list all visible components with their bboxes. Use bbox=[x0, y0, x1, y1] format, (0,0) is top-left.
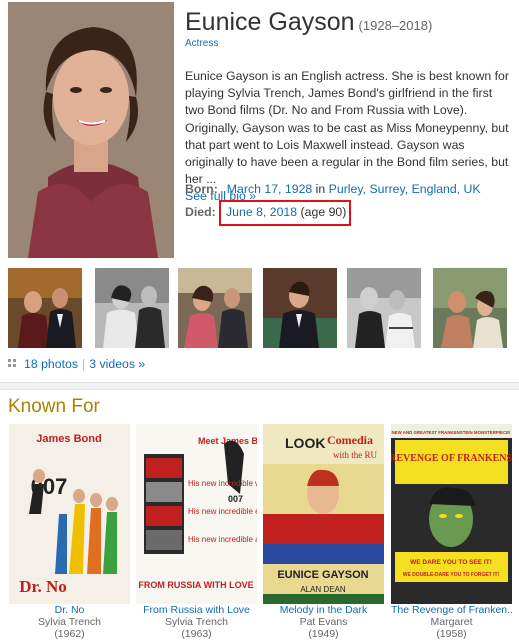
born-date-link[interactable]: March 17, 1928 bbox=[227, 182, 312, 196]
known-for-item[interactable]: LOOK Comedia with the RU EUNICE GAYSON A… bbox=[263, 424, 384, 640]
known-for-heading: Known For bbox=[8, 396, 100, 417]
movie-role: Pat Evans bbox=[299, 616, 348, 628]
photo-thumbnail[interactable] bbox=[263, 268, 337, 348]
movie-title-link[interactable]: Dr. No bbox=[9, 604, 130, 616]
poster-text: LOOK bbox=[285, 435, 325, 451]
born-in-text: in bbox=[315, 182, 326, 196]
poster-text: His new incredible adventures... bbox=[188, 535, 257, 544]
movie-title-link[interactable]: Melody in the Dark bbox=[263, 604, 384, 616]
poster-text: Comedia bbox=[327, 433, 373, 447]
movie-poster[interactable]: NEW AND GREATEST FRANKENSTEIN MONSTERPIE… bbox=[391, 424, 512, 604]
poster-text: His new incredible enemies... bbox=[188, 507, 257, 516]
media-links: 18 photos | 3 videos » bbox=[8, 356, 145, 371]
photo-thumbnail[interactable] bbox=[95, 268, 169, 348]
videos-link[interactable]: 3 videos » bbox=[89, 357, 145, 371]
poster-text: James Bond bbox=[36, 433, 101, 445]
photo-thumbnail[interactable] bbox=[178, 268, 252, 348]
photo-strip bbox=[8, 268, 518, 350]
poster-text: His new incredible women... bbox=[188, 479, 257, 488]
life-years: (1928–2018) bbox=[358, 18, 433, 33]
movie-role: Sylvia Trench bbox=[37, 616, 102, 628]
died-label: Died: bbox=[185, 205, 216, 219]
poster-text: THE REVENGE OF FRANKENSTEIN bbox=[391, 453, 512, 464]
poster-text: WE DARE YOU TO SEE IT! bbox=[410, 559, 492, 566]
poster-text: Dr. No bbox=[19, 577, 67, 596]
job-link-actress[interactable]: Actress bbox=[185, 38, 218, 49]
known-for-item[interactable]: Meet James Bond, 007 His new incredible … bbox=[136, 424, 257, 640]
photo-thumbnail[interactable] bbox=[8, 268, 82, 348]
born-info: Born: March 17, 1928 in Purley, Surrey, E… bbox=[185, 182, 481, 196]
poster-text: ALAN DEAN bbox=[300, 585, 346, 594]
movie-role: Margaret bbox=[430, 616, 473, 628]
poster-text: EUNICE GAYSON bbox=[277, 569, 368, 581]
movie-year: (1962) bbox=[54, 628, 85, 640]
known-for-item[interactable]: James Bond 007 Dr. No Dr. No Sylvia Tren… bbox=[9, 424, 130, 640]
media-separator: | bbox=[82, 357, 86, 371]
movie-title-link[interactable]: From Russia with Love bbox=[136, 604, 257, 616]
poster-text: NEW AND GREATEST FRANKENSTEIN MONSTERPIE… bbox=[391, 430, 511, 435]
photo-thumbnail[interactable] bbox=[433, 268, 507, 348]
photos-link[interactable]: 18 photos bbox=[24, 357, 78, 371]
movie-poster[interactable]: LOOK Comedia with the RU EUNICE GAYSON A… bbox=[263, 424, 384, 604]
poster-text: 007 bbox=[228, 494, 243, 504]
section-divider bbox=[0, 382, 519, 390]
movie-role: Sylvia Trench bbox=[164, 616, 229, 628]
name-heading: Eunice Gayson (1928–2018) bbox=[185, 8, 432, 37]
movie-year: (1958) bbox=[436, 628, 467, 640]
died-age: (age 90) bbox=[300, 205, 347, 219]
profile-photo[interactable] bbox=[8, 2, 174, 258]
died-value: June 8, 2018 (age 90) bbox=[226, 205, 346, 219]
born-place-link[interactable]: Purley, Surrey, England, UK bbox=[329, 182, 481, 196]
movie-title-link[interactable]: The Revenge of Franken... bbox=[391, 604, 512, 616]
poster-text: with the RU bbox=[333, 450, 377, 460]
movie-poster[interactable]: Meet James Bond, 007 His new incredible … bbox=[136, 424, 257, 604]
grid-icon bbox=[8, 356, 16, 367]
person-name: Eunice Gayson bbox=[185, 8, 355, 36]
movie-poster[interactable]: James Bond 007 Dr. No bbox=[9, 424, 130, 604]
movie-year: (1963) bbox=[181, 628, 212, 640]
died-date-link[interactable]: June 8, 2018 bbox=[226, 205, 297, 219]
poster-text: WE DOUBLE-DARE YOU TO FORGET IT! bbox=[403, 572, 500, 578]
known-for-item[interactable]: NEW AND GREATEST FRANKENSTEIN MONSTERPIE… bbox=[391, 424, 512, 640]
movie-year: (1949) bbox=[308, 628, 339, 640]
bio-text: Eunice Gayson is an English actress. She… bbox=[185, 69, 509, 187]
born-label: Born: bbox=[185, 182, 218, 196]
poster-text: FROM RUSSIA WITH LOVE bbox=[138, 580, 253, 590]
photo-thumbnail[interactable] bbox=[347, 268, 421, 348]
